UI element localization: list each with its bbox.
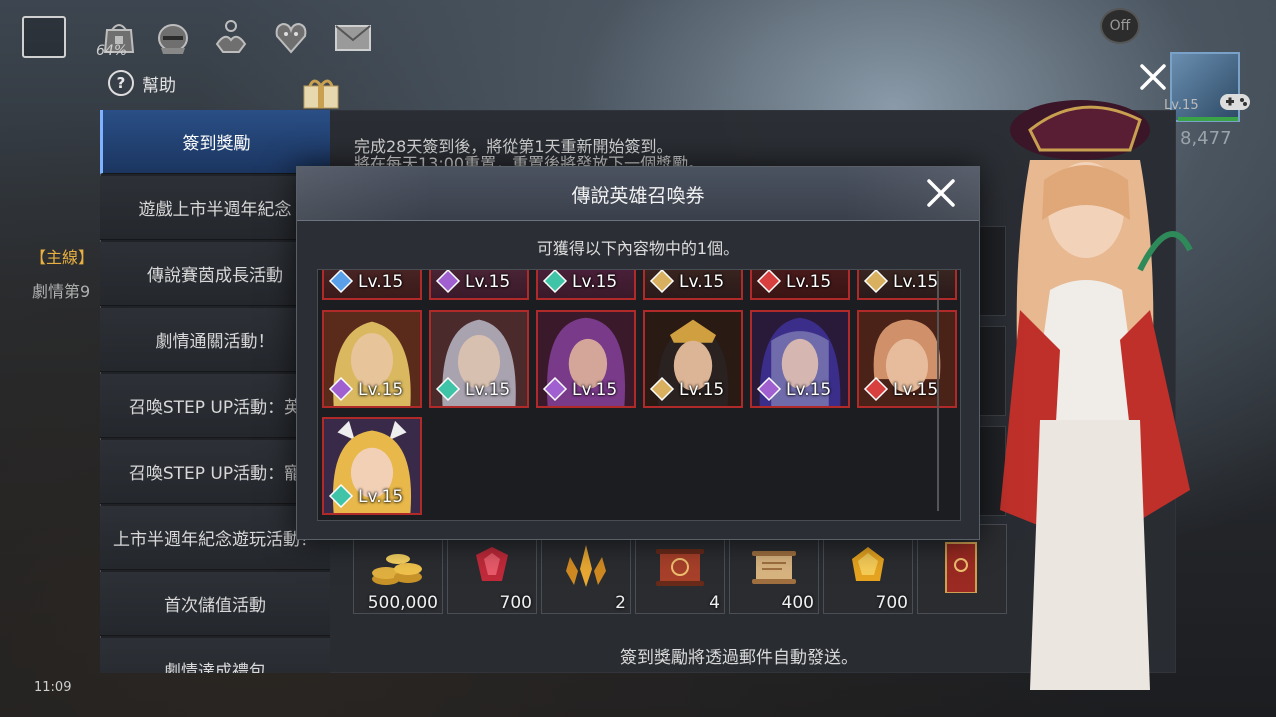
fire-element-icon [863, 376, 889, 402]
dark-element-icon [756, 376, 782, 402]
question-icon: ? [108, 70, 134, 96]
clock: 11:09 [34, 680, 72, 695]
water-element-icon [328, 270, 354, 294]
hero-level: Lv.15 [358, 272, 404, 292]
hero-level: Lv.15 [465, 272, 511, 292]
reward-qty: 700 [875, 593, 908, 613]
hero-level: Lv.15 [679, 380, 725, 400]
hero-level: Lv.15 [786, 272, 832, 292]
reward-qty: 500,000 [367, 593, 438, 613]
hero-level: Lv.15 [358, 380, 404, 400]
hero-card[interactable]: Lv.15 [536, 310, 636, 408]
hero-card[interactable]: Lv.15 [643, 270, 743, 300]
dark-element-icon [328, 376, 354, 402]
hero-card[interactable]: Lv.15 [857, 270, 957, 300]
tab-first-purchase[interactable]: 首次儲值活動 [100, 572, 330, 636]
inventory-percent: 64% [96, 43, 128, 59]
wind-element-icon [542, 270, 568, 294]
quest-text[interactable]: 劇情第9 [32, 278, 90, 302]
light-element-icon [649, 376, 675, 402]
mail-delivery-note: 簽到獎勵將透過郵件自動發送。 [620, 648, 858, 668]
scroll-icon [752, 551, 796, 584]
reward-qty: 4 [709, 593, 720, 613]
help-button[interactable]: ? 幫助 [108, 70, 176, 96]
tab-story-package[interactable]: 劇情達成禮包 [100, 638, 330, 673]
hero-level: Lv.15 [572, 380, 618, 400]
dialog-subtitle: 可獲得以下內容物中的1個。 [536, 239, 740, 258]
gold-coins-icon [372, 554, 422, 585]
hero-card[interactable]: Lv.15 [750, 310, 850, 408]
hero-level: Lv.15 [358, 487, 404, 507]
hero-card[interactable]: Lv.15 [322, 270, 422, 300]
gold-gem-icon [852, 547, 884, 581]
knight-helmet-icon[interactable] [150, 16, 196, 58]
reward-qty: 2 [615, 593, 626, 613]
hero-card[interactable]: Lv.15 [429, 310, 529, 408]
hero-list-scrollbar[interactable] [937, 271, 939, 511]
ruby-icon [476, 547, 508, 581]
hero-card[interactable]: Lv.15 [536, 270, 636, 300]
reward-qty: 700 [499, 593, 532, 613]
hero-card[interactable]: Lv.15 [750, 270, 850, 300]
quest-tag[interactable]: 【主線】 [30, 244, 94, 268]
hero-level: Lv.15 [465, 380, 511, 400]
hero-card[interactable]: Lv.15 [643, 310, 743, 408]
hero-card[interactable]: Lv.15 [857, 310, 957, 408]
gift-box-icon [303, 79, 339, 109]
hero-level: Lv.15 [893, 272, 939, 292]
mail-envelope-icon[interactable] [330, 16, 376, 58]
hero-card[interactable]: Lv.15 [429, 270, 529, 300]
wind-element-icon [328, 483, 354, 509]
wind-element-icon [435, 376, 461, 402]
reward-qty: 400 [781, 593, 814, 613]
summon-ticket-dialog: 傳說英雄召喚券 可獲得以下內容物中的1個。 Lv.15 Lv.15 Lv.15 … [296, 166, 980, 540]
summon-card-icon [945, 542, 977, 593]
auto-off-toggle[interactable]: Off [1100, 8, 1140, 44]
tab-daily-checkin[interactable]: 簽到獎勵 [100, 110, 330, 174]
hero-list[interactable]: Lv.15 Lv.15 Lv.15 Lv.15 Lv.15 Lv.15 Lv.1… [317, 269, 961, 521]
hero-card[interactable]: Lv.15 [322, 310, 422, 408]
main-menu-button[interactable] [22, 16, 66, 58]
hero-level: Lv.15 [572, 272, 618, 292]
dialog-title: 傳說英雄召喚券 [571, 185, 705, 207]
hero-card[interactable]: Lv.15 [322, 417, 422, 515]
character-illustration [1000, 100, 1193, 690]
light-element-icon [649, 270, 675, 294]
dark-element-icon [435, 270, 461, 294]
close-icon[interactable] [1136, 60, 1170, 94]
help-label: 幫助 [142, 75, 176, 96]
crystal-icon [566, 545, 606, 587]
friend-heart-icon[interactable] [268, 16, 314, 58]
red-scroll-icon [656, 549, 704, 586]
guild-handshake-icon[interactable] [208, 16, 254, 58]
light-element-icon [863, 270, 889, 294]
close-icon[interactable] [923, 175, 959, 211]
hero-level: Lv.15 [679, 272, 725, 292]
hero-level: Lv.15 [893, 380, 939, 400]
dark-element-icon [542, 376, 568, 402]
hero-level: Lv.15 [786, 380, 832, 400]
fire-element-icon [756, 270, 782, 294]
